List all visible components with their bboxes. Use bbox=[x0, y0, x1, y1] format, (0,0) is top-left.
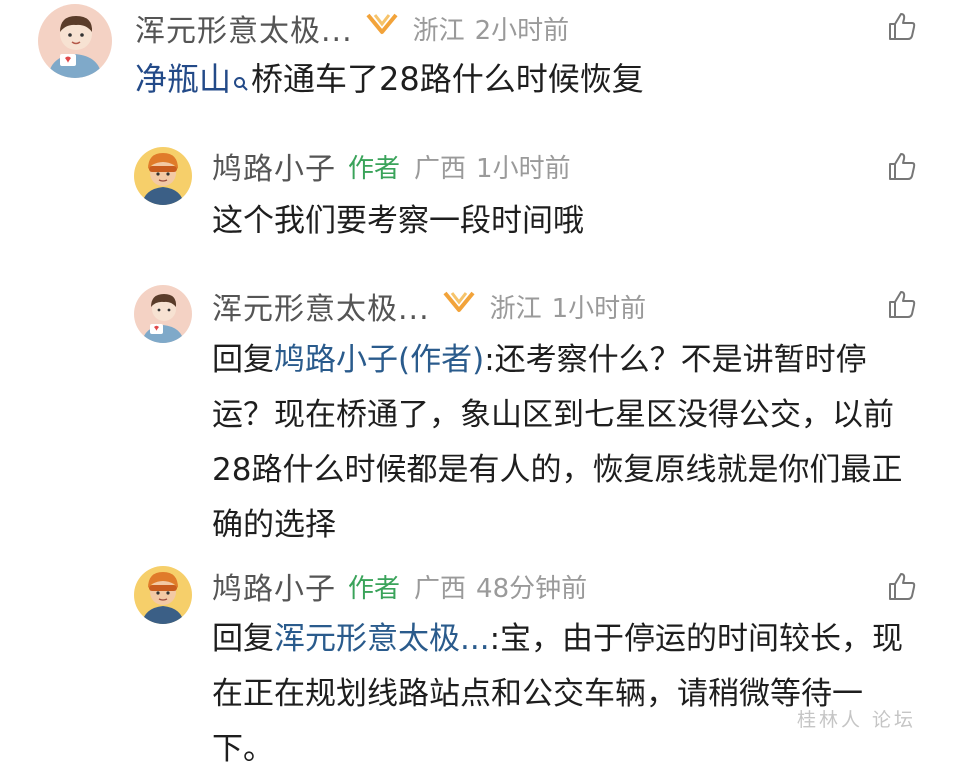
username[interactable]: 鸠路小子 bbox=[212, 564, 336, 608]
thumbs-up-icon bbox=[889, 291, 916, 318]
thumbs-up-icon bbox=[889, 13, 916, 40]
comment-body: 这个我们要考察一段时间哦 bbox=[212, 194, 912, 249]
avatar[interactable] bbox=[38, 4, 112, 78]
comment-text: 这个我们要考察一段时间哦 bbox=[212, 203, 584, 239]
comment-meta: 鸠路小子 作者 广西 1小时前 bbox=[212, 144, 571, 188]
comment-body: 回复浑元形意太极...:宝，由于停运的时间较长，现在正在规划线路站点和公交车辆，… bbox=[212, 612, 920, 777]
timestamp: 2小时前 bbox=[474, 15, 570, 46]
location: 广西 bbox=[414, 153, 467, 184]
avatar[interactable] bbox=[134, 285, 192, 343]
comment-body: 净瓶山 桥通车了28路什么时候恢复 bbox=[135, 52, 895, 109]
vip-ribbon-icon bbox=[365, 11, 399, 46]
username[interactable]: 浑元形意太极... bbox=[212, 284, 430, 328]
watermark: 桂林人 论坛 bbox=[796, 709, 916, 731]
like-button[interactable] bbox=[886, 150, 918, 182]
reply-mention[interactable]: 浑元形意太极... bbox=[274, 621, 490, 657]
search-icon bbox=[233, 54, 249, 109]
topic-link[interactable]: 净瓶山 bbox=[135, 60, 231, 98]
like-button[interactable] bbox=[886, 570, 918, 602]
thumbs-up-icon bbox=[889, 573, 916, 600]
author-badge: 作者 bbox=[348, 153, 401, 184]
comment-meta: 浑元形意太极... 浙江 2小时前 bbox=[135, 6, 570, 50]
reply-prefix: 回复 bbox=[212, 621, 274, 657]
username[interactable]: 浑元形意太极... bbox=[135, 6, 353, 50]
location: 浙江 bbox=[489, 293, 542, 324]
comment-meta: 浑元形意太极... 浙江 1小时前 bbox=[212, 284, 647, 328]
username[interactable]: 鸠路小子 bbox=[212, 144, 336, 188]
author-badge: 作者 bbox=[348, 573, 401, 604]
thumbs-up-icon bbox=[889, 153, 916, 180]
location: 广西 bbox=[414, 573, 467, 604]
comment-body: 回复鸠路小子(作者):还考察什么？不是讲暂时停运？现在桥通了，象山区到七星区没得… bbox=[212, 333, 920, 553]
like-button[interactable] bbox=[886, 10, 918, 42]
comment-text: 桥通车了28路什么时候恢复 bbox=[251, 60, 644, 98]
reply-mention[interactable]: 鸠路小子(作者) bbox=[274, 342, 484, 378]
location: 浙江 bbox=[412, 15, 465, 46]
timestamp: 1小时前 bbox=[551, 293, 647, 324]
avatar[interactable] bbox=[134, 566, 192, 624]
comment-meta: 鸠路小子 作者 广西 48分钟前 bbox=[212, 564, 588, 608]
like-button[interactable] bbox=[886, 288, 918, 320]
vip-ribbon-icon bbox=[442, 289, 476, 324]
timestamp: 1小时前 bbox=[476, 153, 571, 184]
timestamp: 48分钟前 bbox=[476, 573, 588, 604]
reply-prefix: 回复 bbox=[212, 342, 274, 378]
avatar[interactable] bbox=[134, 147, 192, 205]
